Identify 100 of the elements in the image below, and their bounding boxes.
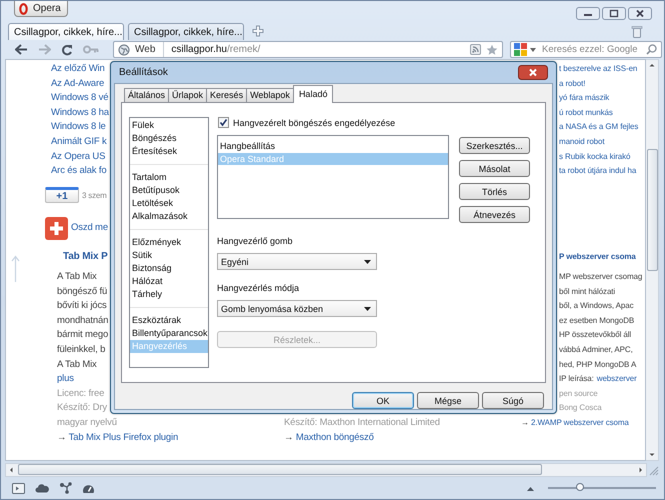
body-text: füleinkkel, b (56, 342, 106, 357)
caret-icon[interactable] (364, 306, 371, 310)
plus-icon[interactable] (45, 217, 68, 240)
dialog-button[interactable]: Átnevezés (459, 206, 530, 223)
category-item[interactable]: Hálózat (130, 275, 208, 288)
star-icon[interactable] (486, 44, 498, 56)
count-text: 3 szem (82, 190, 107, 200)
arrow-link[interactable]: → Maxthon böngésző (284, 430, 374, 446)
category-item[interactable]: Sütik (130, 249, 208, 262)
panel-icon[interactable] (12, 482, 25, 494)
dialog-tab[interactable]: Általános (124, 88, 170, 102)
body-text: hed, PHP MongoDB A (558, 358, 636, 371)
rss-icon[interactable] (470, 44, 481, 55)
search-field[interactable]: Keresés ezzel: Google (510, 41, 662, 58)
article-link[interactable]: Windows 8 vé (51, 91, 108, 106)
caret-icon[interactable] (364, 260, 371, 264)
dialog-button[interactable]: Mégse (417, 392, 479, 409)
arrow-link[interactable]: → 2.WAMP webszerver csoma (513, 416, 629, 431)
back-icon[interactable] (15, 44, 28, 55)
globe-icon (118, 44, 130, 56)
scrollbar-thumb[interactable] (646, 149, 658, 271)
dialog-tab[interactable]: Weblapok (246, 88, 294, 102)
dialog-tab[interactable]: Űrlapok (168, 88, 208, 102)
body-text: vábbá Adminer, APC, (558, 344, 633, 356)
trash-icon[interactable] (631, 25, 643, 38)
category-item[interactable]: Böngészés (130, 132, 208, 145)
dialog-button[interactable]: Súgó (482, 392, 544, 409)
body-text: MP webszerver csomag (558, 271, 642, 283)
body-text: bármit mego (56, 328, 108, 342)
caret-up-icon[interactable] (527, 486, 534, 490)
article-link[interactable]: Windows 8 ha (51, 106, 109, 120)
resize-grip-icon[interactable] (647, 464, 659, 476)
dialog-button[interactable]: Másolat (459, 160, 530, 177)
dialog-tab[interactable]: Keresés (206, 88, 248, 102)
dialog-button[interactable]: OK (352, 392, 414, 409)
close-button[interactable] (518, 65, 548, 80)
article-link[interactable]: Az előző Win (51, 62, 105, 77)
search-icon[interactable] (646, 44, 657, 55)
muted-text: Licenc: free (56, 386, 104, 401)
muted-text: Készítő: Dry (56, 401, 107, 416)
category-item[interactable]: Eszköztárak (130, 314, 208, 327)
horizontal-scrollbar[interactable] (5, 462, 647, 476)
browser-tab[interactable]: Csillagpor, cikkek, híre... (128, 23, 244, 40)
close-button[interactable] (628, 7, 652, 20)
category-item[interactable]: Alkalmazások (130, 210, 208, 223)
body-text: ből mint hálózati (558, 286, 616, 298)
category-item[interactable]: Tartalom (130, 171, 208, 184)
scrollbar-thumb[interactable] (18, 464, 542, 475)
article-link[interactable]: Az Ad-Aware (51, 76, 104, 92)
article-link[interactable]: Az Opera US (51, 150, 106, 164)
new-tab-icon[interactable] (252, 25, 264, 37)
dialog-tab[interactable]: Haladó (292, 85, 334, 103)
text-link[interactable]: plus (51, 372, 74, 387)
body-text: IP leírása: (559, 374, 594, 384)
opera-menu-button[interactable]: Opera (14, 1, 68, 17)
category-item[interactable]: Letöltések (130, 197, 208, 210)
category-item[interactable]: Billentyűparancsok (130, 327, 208, 340)
category-item[interactable]: Értesítések (130, 145, 208, 158)
arrow-link[interactable]: → Tab Mix Plus Firefox plugin (51, 430, 178, 446)
share-link[interactable]: Oszd me (71, 222, 108, 233)
category-item[interactable]: Betűtípusok (130, 184, 208, 197)
dialog-title: Beállítások (119, 67, 168, 78)
category-item[interactable]: Előzmények (130, 236, 208, 249)
category-item[interactable]: Biztonság (130, 262, 208, 275)
speedometer-icon[interactable] (82, 482, 95, 494)
nodes-icon[interactable] (59, 482, 72, 494)
article-link[interactable]: Arc és alak fo (51, 164, 106, 179)
muted-text: magyar nyelvű (56, 416, 117, 430)
maximize-button[interactable] (602, 7, 626, 20)
dialog-button[interactable]: Törlés (459, 183, 530, 200)
address-field[interactable]: Web csillagpor.hu/remek/ (113, 41, 503, 58)
dropdown[interactable]: Egyéni (217, 253, 377, 270)
article-title[interactable]: Tab Mix P (51, 249, 108, 265)
dialog-button[interactable]: Szerkesztés... (459, 137, 530, 154)
site-label[interactable]: Web (135, 42, 164, 57)
category-item[interactable]: Fülek (130, 119, 208, 132)
reload-icon[interactable] (61, 44, 73, 56)
cloud-icon[interactable] (35, 484, 49, 492)
article-link[interactable]: Animált GIF k (51, 134, 107, 150)
slider-thumb[interactable] (576, 483, 584, 491)
body-text: A Tab Mix (56, 358, 97, 372)
minimize-button[interactable] (576, 7, 600, 20)
browser-tab[interactable]: Csillagpor, cikkek, híre... (8, 23, 124, 40)
text-link[interactable]: webszerver (596, 374, 637, 384)
field-label: Hangvezérlés módja (217, 282, 300, 294)
list-header: Hangbeállítás (219, 140, 276, 153)
body-text: mondhatnán (56, 314, 108, 328)
url-text[interactable]: csillagpor.hu/remek/ (171, 44, 465, 55)
vertical-scrollbar[interactable] (646, 59, 659, 461)
plus-one-button[interactable]: +1 (45, 187, 79, 203)
body-text: A Tab Mix (56, 270, 97, 284)
dropdown[interactable]: Gomb lenyomása közben (217, 300, 377, 317)
muted-text: Készítő: Maxthon International Limited (284, 416, 440, 430)
article-link[interactable]: Windows 8 le (51, 120, 106, 135)
body-text: bővíti ki jócs (56, 299, 107, 314)
category-item[interactable]: Tárhely (130, 288, 208, 301)
checkbox[interactable] (218, 117, 229, 128)
body-text: ez esetben MongoDB (558, 314, 634, 327)
body-text: ből, a Windows, Apac (558, 300, 634, 312)
google-icon (514, 43, 527, 56)
